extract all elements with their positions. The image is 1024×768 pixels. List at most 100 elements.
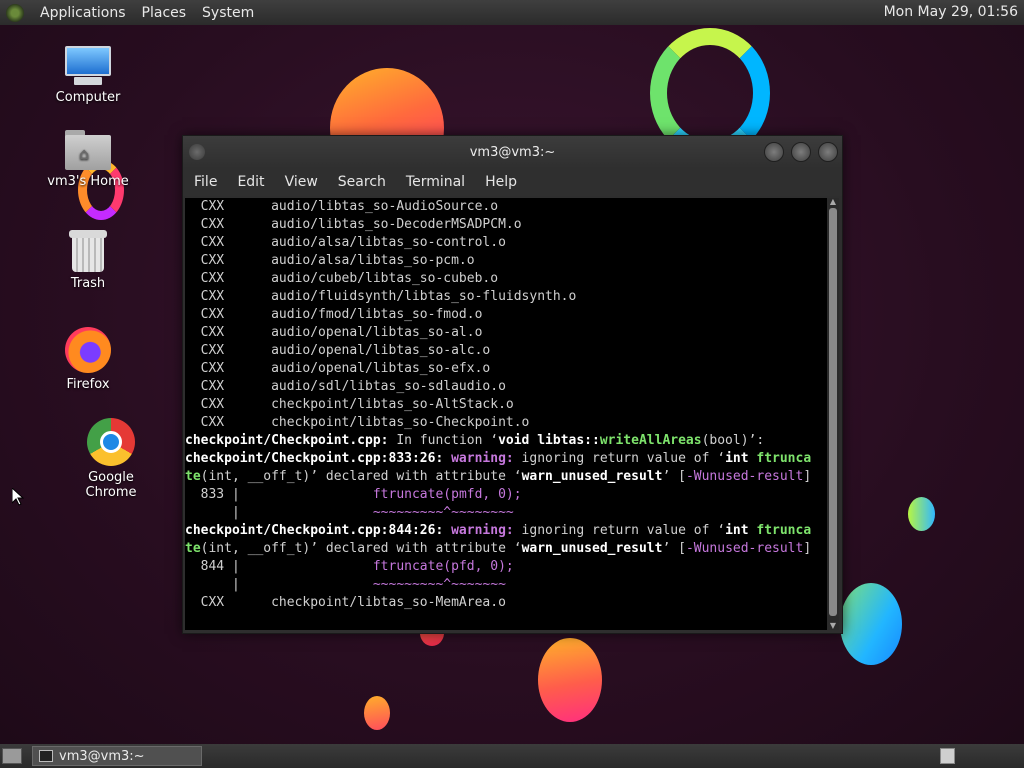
firefox-icon — [65, 327, 111, 373]
warning-type: int — [725, 451, 757, 466]
output-line: CXX checkpoint/libtas_so-MemArea.o — [185, 595, 506, 610]
menu-system[interactable]: System — [194, 5, 262, 21]
warning-keyword: warning: — [443, 451, 514, 466]
output-line: CXX audio/alsa/libtas_so-pcm.o — [185, 253, 475, 268]
desktop-icon-firefox[interactable]: Firefox — [38, 327, 138, 392]
desktop-icon-label: Google Chrome — [85, 470, 137, 500]
output-line: CXX checkpoint/libtas_so-AltStack.o — [185, 397, 514, 412]
menu-terminal[interactable]: Terminal — [396, 174, 475, 190]
top-panel: Applications Places System Mon May 29, 0… — [0, 0, 1024, 25]
warning-function: te — [185, 541, 201, 556]
warning-message: ignoring return value of ‘ — [513, 523, 726, 538]
wallpaper-bubble — [840, 583, 902, 665]
warning-line: te(int, __off_t)’ declared with attribut… — [185, 468, 827, 486]
desktop-icon-computer[interactable]: Computer — [38, 46, 138, 105]
gutter-bar: | — [185, 577, 240, 592]
diag-signature: void libtas:: — [498, 433, 600, 448]
warning-type: int — [725, 523, 757, 538]
menu-applications[interactable]: Applications — [32, 5, 134, 21]
warning-function: te — [185, 469, 201, 484]
source-code: ftruncate(pfd, 0); — [239, 559, 514, 574]
minimize-icon[interactable] — [764, 142, 784, 162]
line-number: 844 | — [185, 559, 240, 574]
scrollbar-thumb[interactable] — [829, 208, 837, 616]
output-line: CXX audio/alsa/libtas_so-control.o — [185, 235, 506, 250]
warning-attribute: warn_unused_result — [521, 541, 663, 556]
diag-function-name: writeAllAreas — [599, 433, 702, 448]
output-line: CXX audio/openal/libtas_so-al.o — [185, 325, 483, 340]
trash-icon — [69, 230, 107, 272]
output-line: CXX audio/libtas_so-AudioSource.o — [185, 199, 499, 214]
menu-places[interactable]: Places — [134, 5, 195, 21]
output-line: CXX audio/openal/libtas_so-alc.o — [185, 343, 491, 358]
code-line: 844 | ftruncate(pfd, 0); — [185, 558, 827, 576]
warning-flag: -Wunused-result — [685, 541, 804, 556]
maximize-icon[interactable] — [791, 142, 811, 162]
computer-icon — [64, 46, 112, 86]
output-line: CXX audio/sdl/libtas_so-sdlaudio.o — [185, 379, 506, 394]
menu-file[interactable]: File — [183, 174, 227, 190]
desktop-icon-chrome[interactable]: Google Chrome — [61, 418, 161, 500]
taskbar-item-terminal[interactable]: vm3@vm3:~ — [32, 746, 202, 766]
warning-keyword: warning: — [443, 523, 514, 538]
output-line: CXX audio/cubeb/libtas_so-cubeb.o — [185, 271, 499, 286]
menu-help[interactable]: Help — [475, 174, 527, 190]
caret-marker: ~~~~~~~~~^~~~~~~~~ — [239, 505, 514, 520]
distro-logo-icon[interactable] — [6, 3, 24, 22]
output-line: CXX audio/fmod/libtas_so-fmod.o — [185, 307, 483, 322]
warning-line: checkpoint/Checkpoint.cpp:844:26: warnin… — [185, 522, 827, 540]
wallpaper-bubble — [364, 696, 390, 730]
menu-search[interactable]: Search — [328, 174, 396, 190]
warning-flag: -Wunused-result — [685, 469, 804, 484]
warning-message: ] — [803, 469, 812, 484]
menu-view[interactable]: View — [275, 174, 328, 190]
desktop-icon-label: vm3's Home — [47, 174, 129, 189]
wallpaper-bubble — [538, 638, 602, 722]
caret-marker: ~~~~~~~~~^~~~~~~~ — [239, 577, 506, 592]
chrome-icon — [87, 418, 135, 466]
desktop-icon-trash[interactable]: Trash — [38, 230, 138, 291]
wallpaper-bubble — [908, 497, 935, 531]
warning-line: te(int, __off_t)’ declared with attribut… — [185, 540, 827, 558]
desktop-icon-label: Trash — [70, 276, 106, 291]
desktop-icon-label: Computer — [55, 90, 121, 105]
warning-message: ] — [803, 541, 812, 556]
warning-line: checkpoint/Checkpoint.cpp:833:26: warnin… — [185, 450, 827, 468]
home-folder-icon: ⌂ — [65, 130, 111, 170]
output-line: CXX audio/libtas_so-DecoderMSADPCM.o — [185, 217, 522, 232]
terminal-window: vm3@vm3:~ File Edit View Search Terminal… — [182, 135, 843, 634]
warning-message: (int, __off_t)’ declared with attribute … — [200, 469, 522, 484]
close-icon[interactable] — [818, 142, 838, 162]
warning-location: checkpoint/Checkpoint.cpp:844:26: — [185, 523, 444, 538]
show-desktop-icon[interactable] — [2, 748, 22, 764]
menu-edit[interactable]: Edit — [227, 174, 274, 190]
terminal-scrollbar[interactable]: ▲ ▼ — [827, 198, 839, 630]
warning-message: ’ [ — [662, 541, 686, 556]
window-title: vm3@vm3:~ — [469, 145, 556, 160]
caret-line: | ~~~~~~~~~^~~~~~~~ — [185, 576, 827, 594]
diag-text: In function ‘ — [388, 433, 499, 448]
terminal-output[interactable]: CXX audio/libtas_so-AudioSource.o CXX au… — [185, 198, 827, 630]
warning-function: ftrunca — [756, 523, 812, 538]
terminal-menubar: File Edit View Search Terminal Help — [183, 168, 842, 196]
workspace-switcher-icon[interactable] — [940, 748, 955, 764]
warning-attribute: warn_unused_result — [521, 469, 663, 484]
gutter-bar: | — [185, 505, 240, 520]
source-code: ftruncate(pmfd, 0); — [239, 487, 522, 502]
caret-line: | ~~~~~~~~~^~~~~~~~~ — [185, 504, 827, 522]
output-line: CXX checkpoint/libtas_so-Checkpoint.o — [185, 415, 530, 430]
desktop-icon-home[interactable]: ⌂ vm3's Home — [38, 130, 138, 189]
desktop-icon-label: Firefox — [66, 377, 110, 392]
taskbar-item-label: vm3@vm3:~ — [59, 748, 145, 764]
output-line: CXX audio/openal/libtas_so-efx.o — [185, 361, 491, 376]
diagnostic-line: checkpoint/Checkpoint.cpp: In function ‘… — [185, 432, 827, 450]
clock[interactable]: Mon May 29, 01:56 — [884, 4, 1018, 20]
scroll-down-icon[interactable]: ▼ — [829, 622, 837, 630]
line-number: 833 | — [185, 487, 240, 502]
window-titlebar[interactable]: vm3@vm3:~ — [183, 136, 842, 168]
warning-location: checkpoint/Checkpoint.cpp:833:26: — [185, 451, 444, 466]
code-line: 833 | ftruncate(pmfd, 0); — [185, 486, 827, 504]
scroll-up-icon[interactable]: ▲ — [829, 198, 837, 206]
diag-file: checkpoint/Checkpoint.cpp: — [185, 433, 389, 448]
diag-text: ’: — [748, 433, 765, 448]
